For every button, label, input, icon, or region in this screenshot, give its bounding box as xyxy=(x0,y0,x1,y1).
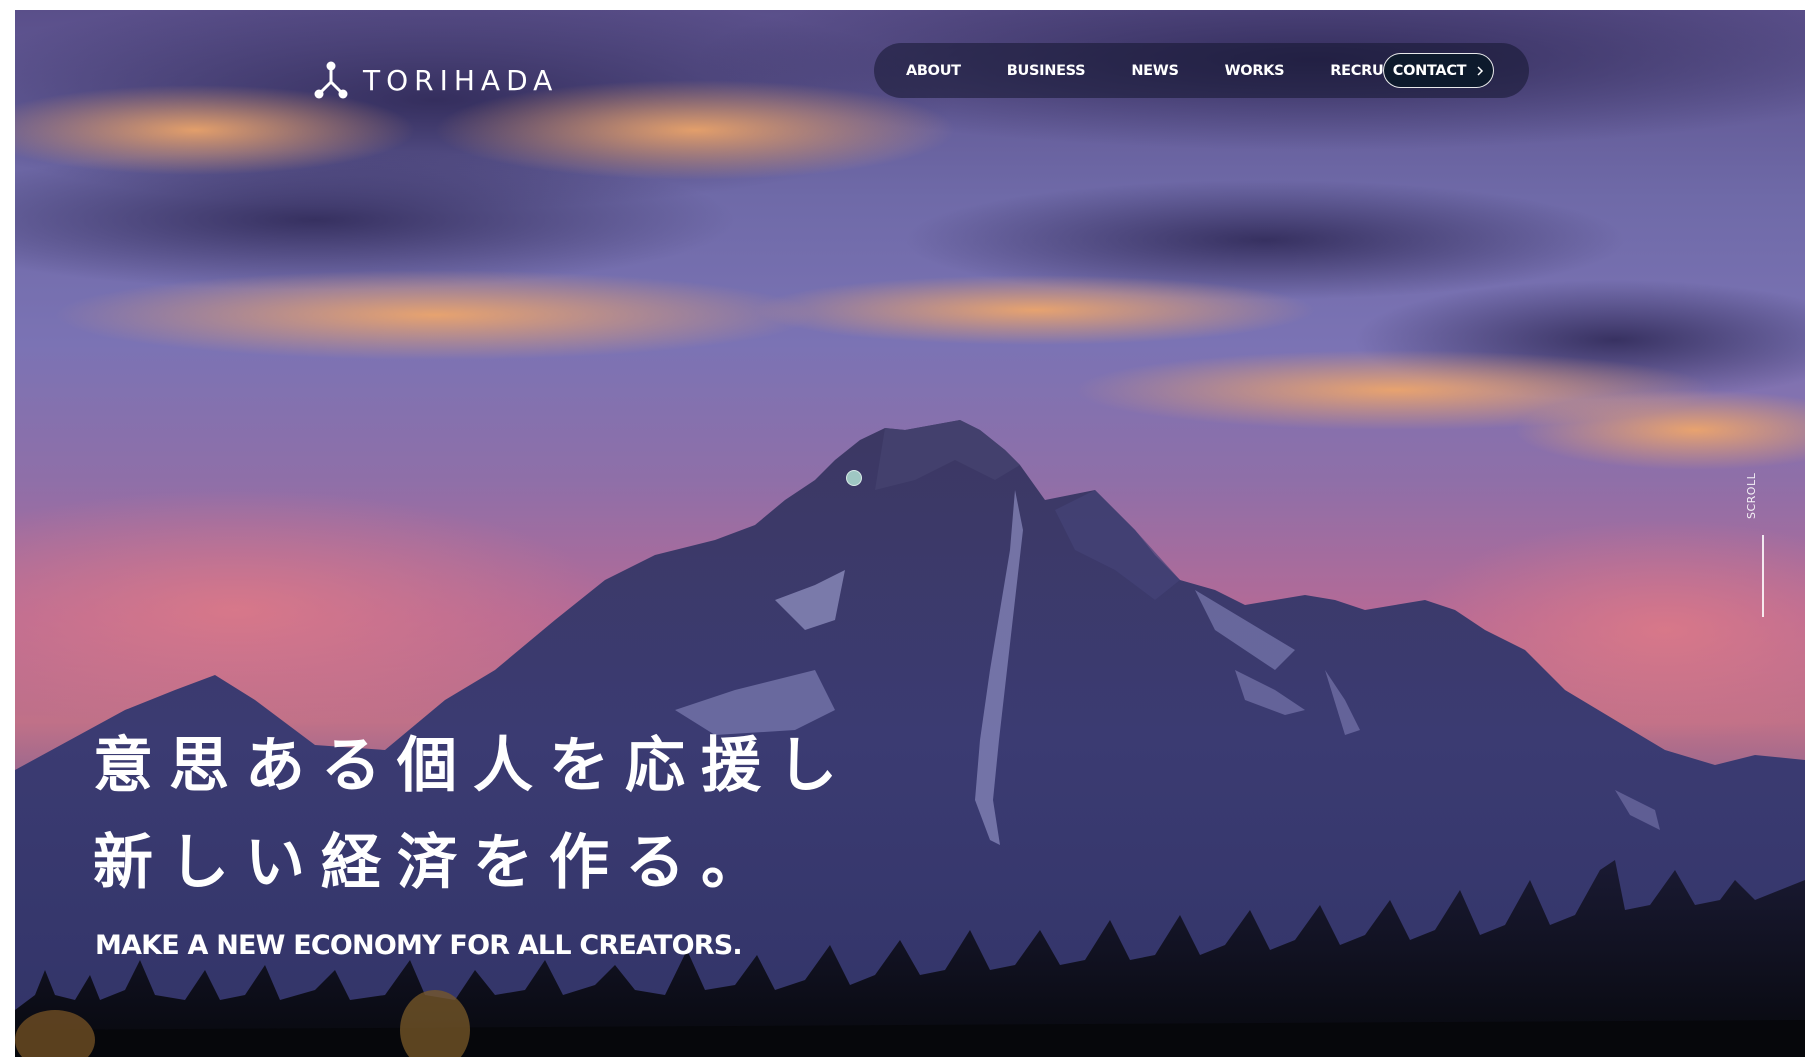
contact-button[interactable]: CONTACT xyxy=(1383,53,1494,88)
page: TORIHADA ABOUT BUSINESS NEWS WORKS RECRU… xyxy=(0,0,1805,1057)
scroll-label: SCROLL xyxy=(1745,472,1758,519)
molecule-node-icon xyxy=(314,61,348,99)
hero-headline-line-2: 新しい経済を作る。 xyxy=(93,828,777,898)
scroll-line xyxy=(1762,535,1764,617)
nav-item-news[interactable]: NEWS xyxy=(1131,63,1179,79)
scroll-indicator[interactable]: SCROLL xyxy=(1743,472,1783,620)
hero-section: TORIHADA ABOUT BUSINESS NEWS WORKS RECRU… xyxy=(15,10,1805,1057)
cursor-indicator xyxy=(846,470,862,486)
nav-item-works[interactable]: WORKS xyxy=(1225,63,1285,79)
hero-tagline: MAKE A NEW ECONOMY FOR ALL CREATORS. xyxy=(95,930,743,961)
main-nav: ABOUT BUSINESS NEWS WORKS RECRUIT CONTAC… xyxy=(874,43,1529,98)
chevron-right-icon xyxy=(1477,65,1484,76)
hero-headline-line-1: 意思ある個人を応援し xyxy=(93,731,853,801)
nav-item-about[interactable]: ABOUT xyxy=(906,63,961,79)
contact-button-label: CONTACT xyxy=(1392,62,1467,79)
brand-logo[interactable]: TORIHADA xyxy=(313,50,558,110)
nav-item-business[interactable]: BUSINESS xyxy=(1007,63,1086,79)
hero-headline: 意思ある個人を応援し 新しい経済を作る。 xyxy=(93,718,853,912)
brand-name: TORIHADA xyxy=(363,63,559,97)
